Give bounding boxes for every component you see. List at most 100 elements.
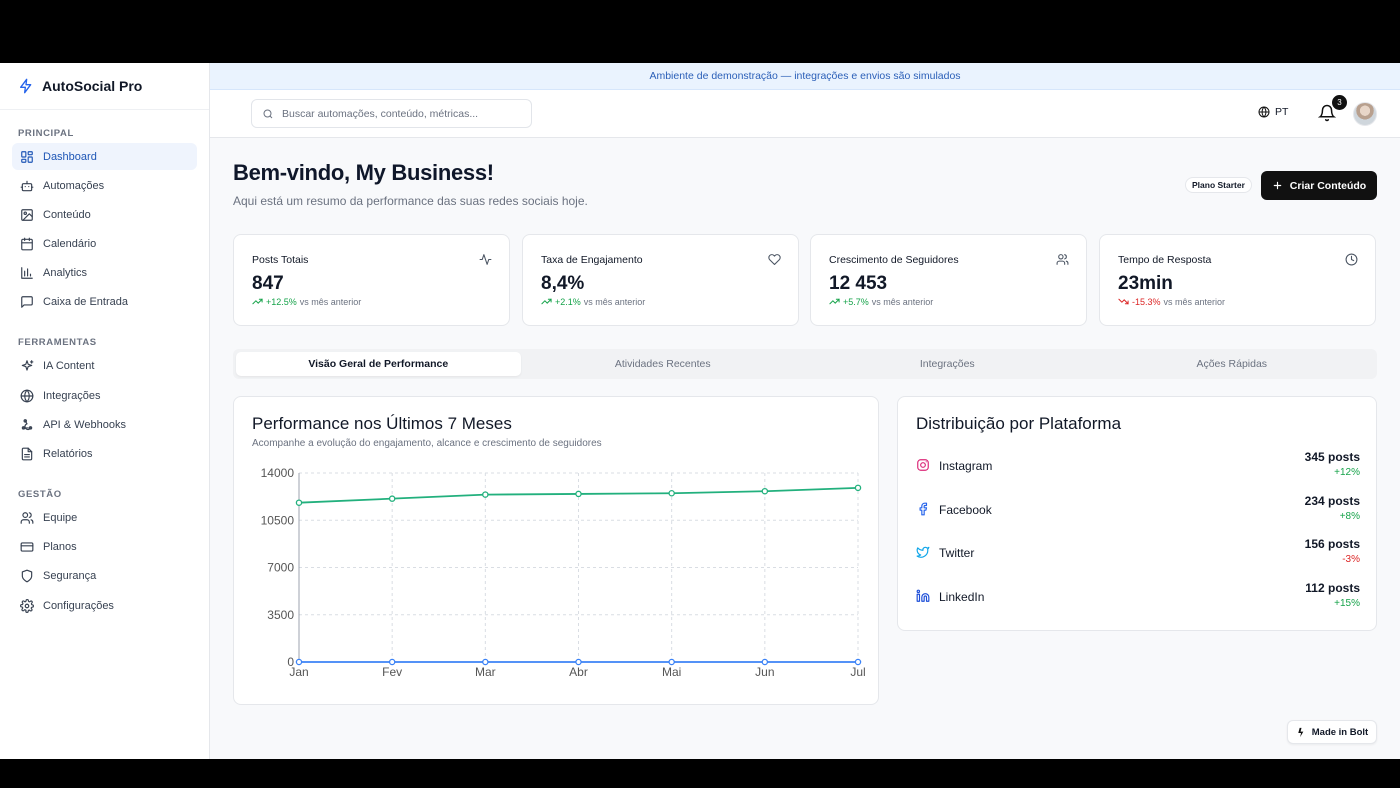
welcome-block: Bem-vindo, My Business! Aqui está um res… [233, 160, 588, 208]
platform-name: Twitter [939, 546, 975, 561]
stat-value: 8,4% [541, 273, 585, 294]
sidebar-item-automacoes[interactable]: Automações [12, 172, 197, 199]
stat-change-value: -15.3% [1132, 296, 1161, 307]
y-tick-label: 14000 [261, 466, 295, 480]
nav-section: PRINCIPAL Dashboard Automações Conteúdo Cale… [0, 123, 209, 316]
nav-heading: GESTÃO [18, 489, 62, 500]
nav-section: GESTÃO Equipe Planos Segurança Configurações [0, 485, 209, 620]
language-switcher[interactable]: PT [1258, 106, 1288, 118]
instagram-icon [917, 459, 929, 471]
stat-value: 12 453 [829, 273, 888, 294]
stat-change-suffix: vs mês anterior [871, 296, 934, 307]
stat-change: +5.7% vs mês anterior [829, 296, 933, 307]
x-tick-label: Abr [569, 665, 588, 679]
plan-badge: Plano Starter [1185, 177, 1252, 193]
sidebar-item-planos[interactable]: Planos [12, 534, 197, 561]
dashboard-icon [21, 150, 33, 163]
sidebar-item-dashboard[interactable]: Dashboard [12, 143, 197, 170]
series-point-1 [668, 658, 675, 666]
app-window: AutoSocial Pro PRINCIPAL Dashboard Automaç… [0, 63, 1400, 759]
tab-0[interactable]: Visão Geral de Performance [236, 352, 521, 376]
series-point-0 [482, 491, 489, 498]
sparkles-icon [21, 360, 34, 372]
tab-3[interactable]: Ações Rápidas [1090, 352, 1375, 376]
platform-row[interactable]: Instagram 345 posts +12% [916, 448, 1360, 484]
tab-1[interactable]: Atividades Recentes [521, 352, 806, 376]
made-in-bolt-badge[interactable]: Made in Bolt [1287, 720, 1377, 744]
bolt-label: Made in Bolt [1311, 726, 1369, 738]
series-point-1 [482, 658, 489, 666]
create-content-label: Criar Conteúdo [1289, 179, 1367, 192]
sidebar-item-seguranca[interactable]: Segurança [12, 563, 197, 590]
search-input[interactable] [282, 107, 522, 120]
image-icon [21, 209, 33, 221]
platform-distribution-card: Distribuição por Plataforma Instagram 34… [897, 396, 1377, 631]
performance-subtitle: Acompanhe a evolução do engajamento, alc… [252, 438, 602, 449]
sidebar-item-label: API & Webhooks [43, 418, 126, 431]
platform-growth: +12% [1334, 467, 1360, 478]
series-point-0 [388, 495, 396, 502]
trend-up-icon [829, 298, 840, 305]
main-area: Ambiente de demonstração — integrações e… [210, 63, 1400, 759]
globe-icon [1258, 106, 1270, 118]
stat-change: +12.5% vs mês anterior [252, 296, 361, 307]
bolt-logo-icon [1298, 727, 1304, 737]
stat-change: -15.3% vs mês anterior [1118, 296, 1225, 307]
sidebar: AutoSocial Pro PRINCIPAL Dashboard Automaç… [0, 63, 210, 759]
sidebar-item-label: Integrações [43, 389, 101, 402]
sidebar-item-calendario[interactable]: Calendário [12, 231, 197, 258]
search-box[interactable] [251, 99, 532, 128]
sidebar-item-equipe[interactable]: Equipe [12, 505, 197, 532]
sidebar-item-relatorios[interactable]: Relatórios [12, 441, 197, 468]
credit-card-icon [20, 542, 34, 552]
distribution-title: Distribuição por Plataforma [916, 414, 1122, 433]
stat-label: Crescimento de Seguidores [829, 254, 959, 266]
platform-row[interactable]: LinkedIn 112 posts +15% [916, 579, 1360, 615]
sidebar-item-label: Caixa de Entrada [43, 296, 128, 309]
create-content-button[interactable]: Criar Conteúdo [1261, 171, 1377, 200]
y-tick-label: 10500 [261, 513, 295, 527]
y-tick-label: 7000 [267, 561, 294, 575]
sidebar-item-label: Conteúdo [43, 208, 91, 221]
sidebar-item-analytics[interactable]: Analytics [12, 260, 197, 287]
x-tick-label: Fev [382, 665, 402, 679]
series-point-0 [575, 490, 582, 498]
series-point-1 [854, 658, 862, 666]
series-point-0 [854, 484, 862, 492]
platform-row[interactable]: Twitter 156 posts -3% [916, 535, 1360, 571]
platform-growth: -3% [1342, 554, 1360, 566]
stat-label: Taxa de Engajamento [541, 254, 643, 266]
search-icon [263, 109, 273, 118]
screen-bottom-border [0, 759, 1400, 788]
webhook-icon [21, 418, 33, 430]
sidebar-item-integracoes[interactable]: Integrações [12, 382, 197, 409]
x-tick-label: Jun [755, 665, 774, 679]
platform-row[interactable]: Facebook 234 posts +8% [916, 492, 1360, 528]
x-tick-label: Mai [662, 665, 681, 679]
stat-card: Tempo de Resposta 23min -15.3% vs mês an… [1099, 234, 1376, 326]
calendar-icon [21, 237, 33, 251]
sidebar-item-ia-content[interactable]: IA Content [12, 353, 197, 380]
avatar[interactable] [1353, 102, 1377, 126]
stat-value: 847 [252, 273, 284, 294]
brand-name: AutoSocial Pro [42, 78, 143, 94]
sidebar-item-conteudo[interactable]: Conteúdo [12, 201, 197, 228]
brand[interactable]: AutoSocial Pro [0, 63, 209, 110]
sidebar-item-label: Dashboard [43, 150, 97, 163]
stat-change-suffix: vs mês anterior [299, 296, 362, 307]
users-icon [20, 512, 34, 524]
nav-section: FERRAMENTAS IA Content Integrações API & We… [0, 333, 209, 468]
stat-label: Posts Totais [252, 254, 309, 266]
sidebar-item-configuracoes[interactable]: Configurações [12, 592, 197, 619]
sidebar-item-label: IA Content [43, 360, 95, 373]
performance-card: Performance nos Últimos 7 Meses Acompanh… [233, 396, 879, 705]
platform-posts: 156 posts [1304, 537, 1360, 552]
sidebar-item-api-webhooks[interactable]: API & Webhooks [12, 411, 197, 438]
sidebar-item-label: Analytics [43, 267, 88, 280]
trend-up-icon [541, 298, 552, 305]
tab-2[interactable]: Integrações [805, 352, 1090, 376]
bar-chart-icon [21, 267, 33, 280]
page-subtitle: Aqui está um resumo da performance das s… [233, 194, 588, 208]
sidebar-item-caixa-de-entrada[interactable]: Caixa de Entrada [12, 289, 197, 316]
stat-change-value: +5.7% [843, 296, 869, 307]
